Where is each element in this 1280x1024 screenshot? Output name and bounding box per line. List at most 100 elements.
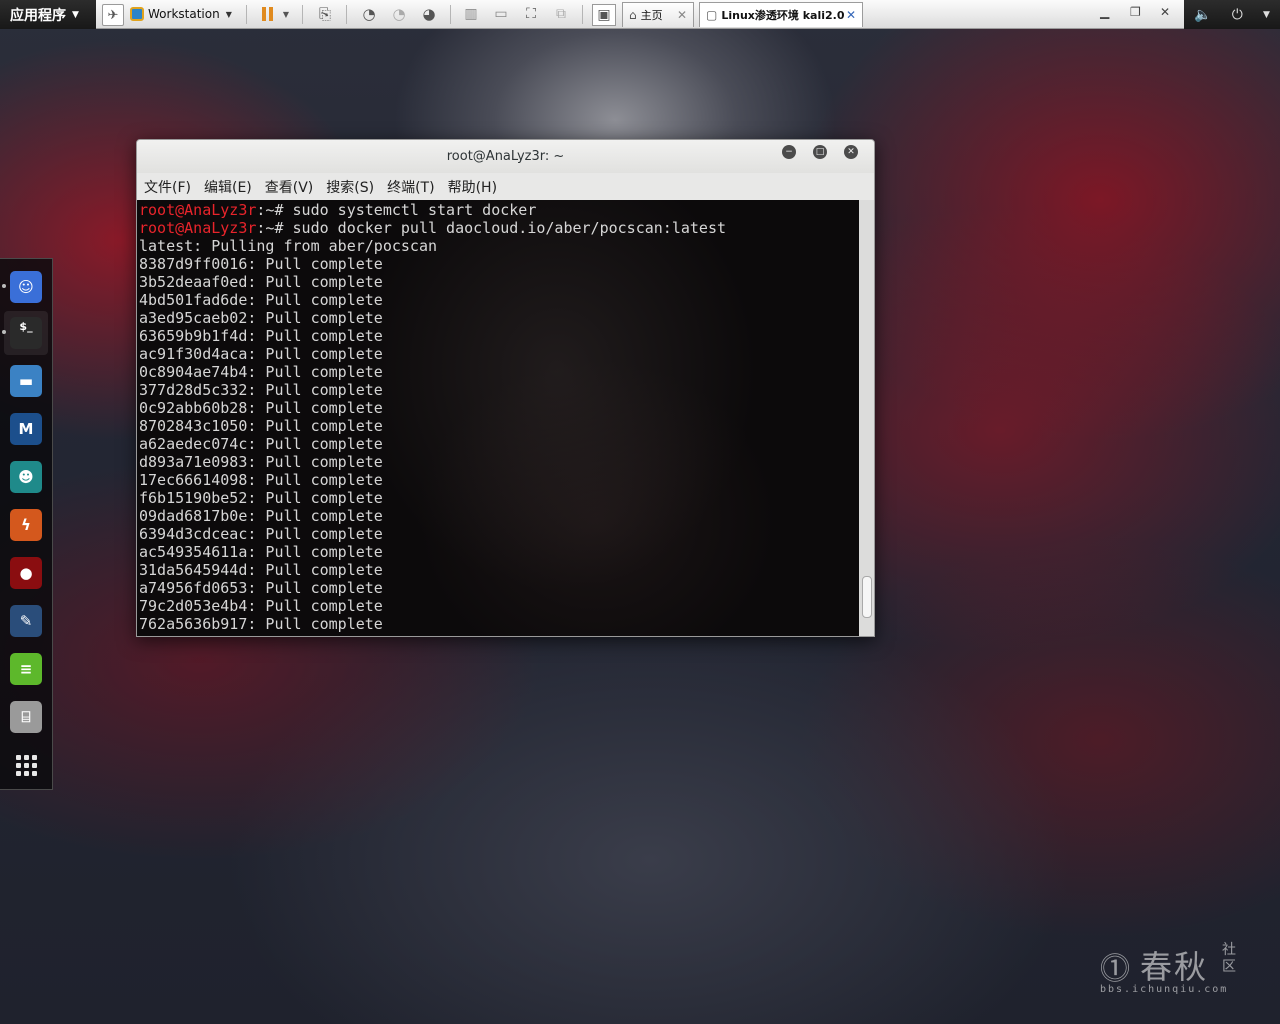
terminal-line-text: a3ed95caeb02: Pull complete xyxy=(139,309,383,327)
menu-search[interactable]: 搜索(S) xyxy=(326,177,374,197)
terminal-line-text: latest: Pulling from aber/pocscan xyxy=(139,237,438,255)
terminal-line-text: ac91f30d4aca: Pull complete xyxy=(139,345,383,363)
menu-help[interactable]: 帮助(H) xyxy=(448,177,497,197)
close-icon[interactable]: ✕ xyxy=(846,8,856,22)
maximize-icon[interactable]: □ xyxy=(813,145,827,159)
snapshot-icon[interactable]: ◔ xyxy=(358,4,380,24)
terminal-line: 3b52deaaf0ed: Pull complete xyxy=(139,273,859,291)
terminal-line-text: 0c92abb60b28: Pull complete xyxy=(139,399,383,417)
terminal-line-text: 762a5636b917: Pull complete xyxy=(139,615,383,633)
terminal-line-text: 31da5645944d: Pull complete xyxy=(139,561,383,579)
revert-snapshot-icon[interactable]: ◔ xyxy=(388,4,410,24)
terminal-line: 0c92abb60b28: Pull complete xyxy=(139,399,859,417)
console-view-icon[interactable]: ▣ xyxy=(592,4,616,26)
terminal-line: a62aedec074c: Pull complete xyxy=(139,435,859,453)
toolbar-separator xyxy=(302,5,303,24)
pause-button[interactable] xyxy=(256,4,278,24)
terminal-line: latest: Pulling from aber/pocscan xyxy=(139,237,859,255)
terminal-output[interactable]: root@AnaLyz3r:~# sudo systemctl start do… xyxy=(137,200,859,636)
dock-item-show-apps[interactable] xyxy=(10,749,42,781)
dock-item-faraday[interactable]: ● xyxy=(10,557,42,589)
menu-terminal[interactable]: 终端(T) xyxy=(387,177,434,197)
terminal-line-text: a74956fd0653: Pull complete xyxy=(139,579,383,597)
system-tray: 🔈 ⏻ ▼ xyxy=(1184,0,1280,29)
terminal-line-text: 79c2d053e4b4: Pull complete xyxy=(139,597,383,615)
tab-kali-vm[interactable]: ▢ Linux渗透环境 kali2.0 ✕ xyxy=(699,2,863,27)
dock-item-maltego[interactable]: ✎ xyxy=(10,605,42,637)
applications-menu[interactable]: 应用程序 ▼ xyxy=(0,0,96,29)
prompt-user: root@AnaLyz3r xyxy=(139,201,257,219)
terminal-line-text: :~# sudo docker pull daocloud.io/aber/po… xyxy=(256,219,727,237)
restore-icon[interactable]: ❐ xyxy=(1130,5,1141,19)
watermark-url: bbs.ichunqiu.com xyxy=(1100,984,1229,995)
toolbar-separator xyxy=(582,5,583,24)
thumbnail-bar-icon[interactable]: ▭ xyxy=(490,4,512,24)
caret-down-icon: ▼ xyxy=(72,9,79,20)
power-options-caret[interactable]: ▼ xyxy=(280,4,292,24)
vm-icon: ▢ xyxy=(706,8,718,22)
terminal-line: a74956fd0653: Pull complete xyxy=(139,579,859,597)
dock-item-beef[interactable]: ☻ xyxy=(10,461,42,493)
unity-icon[interactable]: ⧉ xyxy=(550,4,572,24)
terminal-line: d893a71e0983: Pull complete xyxy=(139,453,859,471)
dock-item-leafpad[interactable]: ≡ xyxy=(10,653,42,685)
folder-icon: ▬ xyxy=(18,372,34,390)
terminal-scrollbar[interactable] xyxy=(859,200,874,636)
close-icon[interactable]: ✕ xyxy=(844,145,858,159)
menu-edit[interactable]: 编辑(E) xyxy=(204,177,252,197)
metasploit-icon: M xyxy=(18,420,34,438)
terminal-line-text: 17ec66614098: Pull complete xyxy=(139,471,383,489)
applications-menu-label: 应用程序 xyxy=(10,7,66,24)
watermark-side-text: 社区 xyxy=(1222,942,1236,975)
terminal-line: 0c8904ae74b4: Pull complete xyxy=(139,363,859,381)
tab-home-label: 主页 xyxy=(640,9,663,22)
menu-file[interactable]: 文件(F) xyxy=(144,177,191,197)
close-icon[interactable]: ✕ xyxy=(677,8,687,22)
dock-item-burpsuite[interactable]: ϟ xyxy=(10,509,42,541)
menu-view[interactable]: 查看(V) xyxy=(265,177,314,197)
terminal-titlebar[interactable]: root@AnaLyz3r: ~ − □ ✕ xyxy=(137,140,874,173)
terminal-line-text: 6394d3cdceac: Pull complete xyxy=(139,525,383,543)
dock-item-files[interactable]: ▬ xyxy=(10,365,42,397)
home-icon: ⌂ xyxy=(629,8,637,22)
toolbar-separator xyxy=(346,5,347,24)
scrollbar-thumb[interactable] xyxy=(862,576,872,618)
vmware-toolbar: ✈ Workstation ▼ ▼ ⎘ ◔ ◔ ◕ ▥ ▭ ⛶ ⧉ ▣ ⌂ 主页… xyxy=(96,0,1184,29)
terminal-line-text: a62aedec074c: Pull complete xyxy=(139,435,383,453)
camera-icon: ⌸ xyxy=(21,708,31,726)
terminal-line: root@AnaLyz3r:~# sudo systemctl start do… xyxy=(139,201,859,219)
send-ctrl-alt-del-button[interactable]: ⎘ xyxy=(314,4,336,24)
terminal-line: 31da5645944d: Pull complete xyxy=(139,561,859,579)
maltego-icon: ✎ xyxy=(19,612,33,630)
dock-item-cutycapt[interactable]: ⌸ xyxy=(10,701,42,733)
terminal-line-text: 63659b9b1f4d: Pull complete xyxy=(139,327,383,345)
terminal-line: ac91f30d4aca: Pull complete xyxy=(139,345,859,363)
terminal-line: 63659b9b1f4d: Pull complete xyxy=(139,327,859,345)
terminal-line-text: ac549354611a: Pull complete xyxy=(139,543,383,561)
fullscreen-icon[interactable]: ⛶ xyxy=(520,4,542,24)
pin-icon[interactable]: ✈ xyxy=(102,4,124,26)
terminal-line-text: :~# sudo systemctl start docker xyxy=(256,201,537,219)
terminal-line: 09dad6817b0e: Pull complete xyxy=(139,507,859,525)
terminal-line-text: 8702843c1050: Pull complete xyxy=(139,417,383,435)
terminal-line: 79c2d053e4b4: Pull complete xyxy=(139,597,859,615)
minimize-icon[interactable]: ▁ xyxy=(1100,5,1109,19)
dock-item-metasploit[interactable]: M xyxy=(10,413,42,445)
workstation-menu[interactable]: Workstation ▼ xyxy=(130,4,232,24)
speaker-icon[interactable]: 🔈 xyxy=(1194,7,1211,23)
minimize-icon[interactable]: − xyxy=(782,145,796,159)
burpsuite-icon: ϟ xyxy=(21,516,31,534)
notes-icon: ≡ xyxy=(19,660,33,678)
close-icon[interactable]: ✕ xyxy=(1160,5,1170,19)
toolbar-separator xyxy=(450,5,451,24)
snapshot-manager-icon[interactable]: ◕ xyxy=(418,4,440,24)
tab-home[interactable]: ⌂ 主页 ✕ xyxy=(622,2,694,27)
sidebar-toggle-icon[interactable]: ▥ xyxy=(460,4,482,24)
dock-item-terminal[interactable]: $_ xyxy=(2,317,42,349)
terminal-window[interactable]: root@AnaLyz3r: ~ − □ ✕ 文件(F) 编辑(E) 查看(V)… xyxy=(136,139,875,637)
dock-item-armitage[interactable]: ☺ xyxy=(2,271,42,303)
caret-down-icon[interactable]: ▼ xyxy=(1263,10,1270,20)
workstation-icon xyxy=(130,7,144,21)
terminal-line-text: 09dad6817b0e: Pull complete xyxy=(139,507,383,525)
power-icon[interactable]: ⏻ xyxy=(1232,7,1243,23)
